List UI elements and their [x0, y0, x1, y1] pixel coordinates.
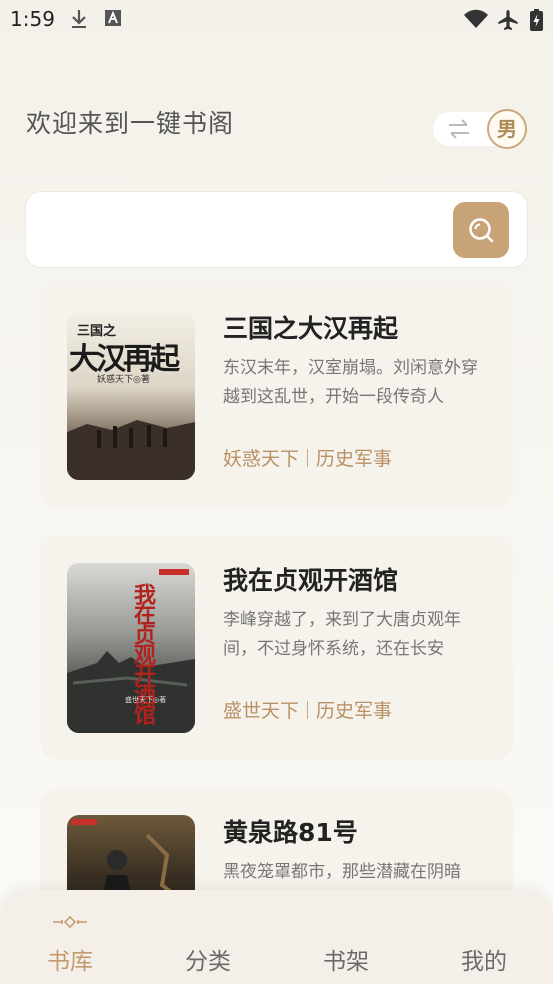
book-author: 盛世天下	[223, 700, 300, 722]
cover-author: 妖惑天下◎著	[97, 375, 150, 385]
book-title: 我在贞观开酒馆	[223, 566, 399, 595]
book-desc: 东汉末年，汉室崩塌。刘闲意外穿越到这乱世，开始一段传奇人	[223, 358, 478, 407]
gender-toggle[interactable]: 男	[433, 109, 527, 149]
book-category: 历史军事	[316, 448, 393, 470]
meta-divider	[307, 449, 309, 467]
book-desc: 黑夜笼罩都市，那些潜藏在阴暗	[223, 862, 461, 882]
active-tab-indicator-icon	[53, 916, 87, 928]
book-author: 妖惑天下	[223, 448, 300, 470]
book-cover: 三国之 大汉再起 妖惑天下◎著	[67, 312, 195, 480]
meta-divider	[307, 701, 309, 719]
gender-badge: 男	[487, 109, 527, 149]
status-bar: 1:59	[0, 0, 553, 38]
book-category: 历史军事	[316, 700, 393, 722]
search-icon	[469, 218, 494, 243]
search-input[interactable]	[42, 210, 452, 250]
tab-library[interactable]: 书库	[35, 942, 105, 976]
status-time: 1:59	[10, 7, 55, 31]
welcome-title: 欢迎来到一键书阁	[26, 109, 235, 138]
tab-category[interactable]: 分类	[173, 942, 243, 976]
book-cover: 我在贞观开酒馆 盛世天下◎著	[67, 563, 195, 733]
book-title: 三国之大汉再起	[223, 314, 399, 343]
airplane-icon	[498, 10, 518, 30]
cover-author: 盛世天下◎著	[125, 696, 167, 704]
wifi-icon	[464, 9, 488, 28]
download-icon	[72, 10, 86, 28]
book-meta: 盛世天下 历史军事	[223, 696, 392, 723]
bottom-nav: 书库 分类 书架 我的	[0, 890, 553, 984]
book-card[interactable]: 我在贞观开酒馆 盛世天下◎著 我在贞观开酒馆 李峰穿越了，来到了大唐贞观年间，不…	[40, 536, 513, 760]
book-meta: 妖惑天下 历史军事	[223, 444, 392, 471]
tab-mine[interactable]: 我的	[449, 942, 519, 976]
search-button[interactable]	[453, 202, 509, 258]
swap-icon	[449, 119, 469, 139]
book-desc: 李峰穿越了，来到了大唐贞观年间，不过身怀系统，还在长安	[223, 610, 461, 659]
battery-icon	[530, 9, 543, 31]
book-title: 黄泉路81号	[223, 818, 358, 847]
tab-bookshelf[interactable]: 书架	[311, 942, 381, 976]
search-bar	[25, 191, 528, 268]
book-card[interactable]: 三国之 大汉再起 妖惑天下◎著 三国之大汉再起 东汉末年，汉室崩塌。刘闲意外穿越…	[40, 284, 513, 508]
font-icon	[105, 10, 121, 26]
